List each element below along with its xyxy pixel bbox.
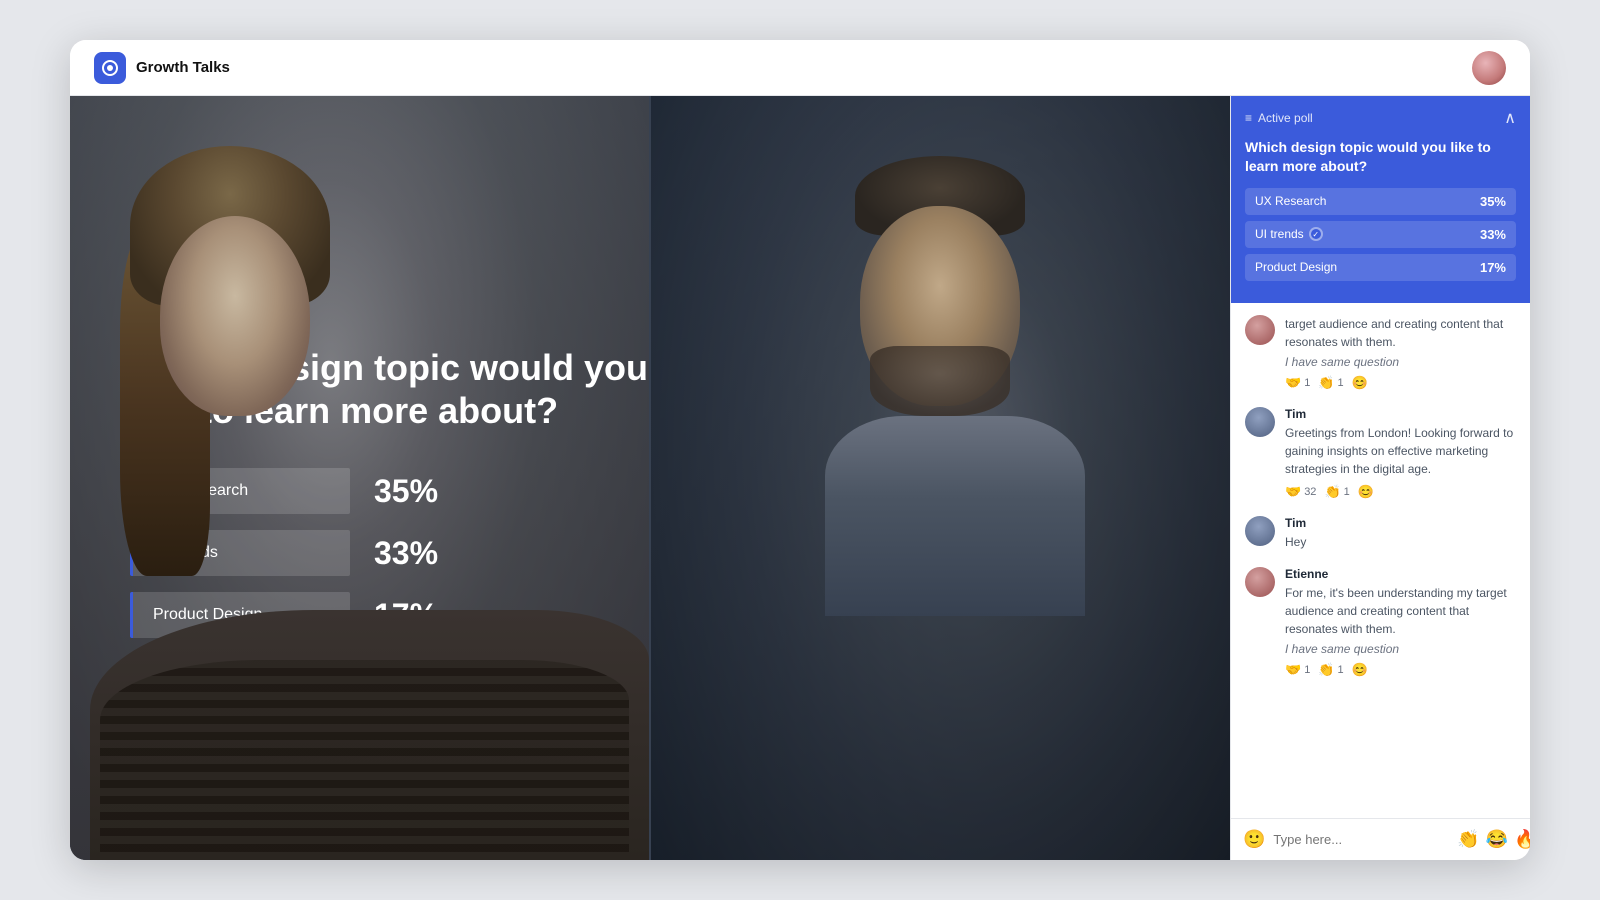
reaction-hands-2[interactable]: 👏 1 (1324, 484, 1349, 500)
shirt (100, 660, 629, 860)
poll-result-pct-2: 17% (1480, 260, 1506, 275)
app-title: Growth Talks (136, 59, 230, 76)
poll-result-label-2: Product Design (1255, 260, 1337, 274)
reactions-4: 🤝 1 👏 1 😊 (1285, 662, 1516, 678)
poll-result-label-1: UI trends ✓ (1255, 227, 1323, 241)
reaction-smile-4[interactable]: 😊 (1352, 662, 1368, 678)
avatar[interactable] (1472, 51, 1506, 85)
app-window: Growth Talks (70, 40, 1530, 860)
active-poll-header: ≡ Active poll ∧ (1245, 108, 1516, 128)
poll-option-pct-0: 35% (374, 473, 438, 510)
reaction-hands-4[interactable]: 👏 1 (1318, 662, 1343, 678)
chat-message-3: Tim Hey (1245, 516, 1516, 551)
reaction-clap-4[interactable]: 🤝 1 (1285, 662, 1310, 678)
chat-input[interactable] (1273, 832, 1449, 847)
face (160, 216, 310, 416)
reactions-2: 🤝 32 👏 1 😊 (1285, 484, 1516, 500)
chat-body-3: Tim Hey (1285, 516, 1306, 551)
poll-option-pct-1: 33% (374, 535, 438, 572)
input-emoji-clap[interactable]: 👏 (1457, 829, 1479, 850)
chat-avatar-etienne-1 (1245, 315, 1275, 345)
header-left: Growth Talks (94, 52, 230, 84)
chat-message-1: target audience and creating content tha… (1245, 315, 1516, 391)
active-poll-label: Active poll (1258, 111, 1313, 125)
reaction-hands-1[interactable]: 👏 1 (1318, 375, 1343, 391)
chat-input-area: 🙂 👏 😂 🔥 (1231, 818, 1530, 860)
chat-text-3: Hey (1285, 533, 1306, 551)
chat-name-4: Etienne (1285, 567, 1516, 581)
input-emoji-fire[interactable]: 🔥 (1514, 829, 1530, 850)
reaction-clap-1[interactable]: 🤝 1 (1285, 375, 1310, 391)
chat-text-4: For me, it's been understanding my targe… (1285, 584, 1516, 638)
poll-result-pct-1: 33% (1480, 227, 1506, 242)
active-poll-section: ≡ Active poll ∧ Which design topic would… (1231, 96, 1530, 303)
chat-name-3: Tim (1285, 516, 1306, 530)
reaction-clap-2[interactable]: 🤝 32 (1285, 484, 1316, 500)
reaction-count-4b: 1 (1338, 664, 1344, 676)
poll-bar-icon: ≡ (1245, 111, 1252, 125)
logo-icon (94, 52, 126, 84)
poll-result-row-2[interactable]: Product Design 17% (1245, 254, 1516, 281)
chat-avatar-tim-3 (1245, 516, 1275, 546)
chat-text-2: Greetings from London! Looking forward t… (1285, 424, 1516, 478)
man-figure (815, 156, 1095, 606)
chat-body-1: target audience and creating content tha… (1285, 315, 1516, 391)
emoji-picker-button[interactable]: 🙂 (1243, 829, 1265, 850)
chat-text-1: target audience and creating content tha… (1285, 315, 1516, 351)
man-body (825, 416, 1085, 616)
reaction-count-4a: 1 (1304, 664, 1310, 676)
chat-italic-1: I have same question (1285, 355, 1516, 369)
man-beard (870, 346, 1010, 416)
chat-italic-4: I have same question (1285, 642, 1516, 656)
input-emoji-laugh[interactable]: 😂 (1486, 829, 1508, 850)
chat-avatar-tim-2 (1245, 407, 1275, 437)
active-poll-title-row: ≡ Active poll (1245, 111, 1313, 125)
chat-message-2: Tim Greetings from London! Looking forwa… (1245, 407, 1516, 500)
main-content: Poll results Which design topic would yo… (70, 96, 1530, 860)
video-area: Poll results Which design topic would yo… (70, 96, 1230, 860)
poll-result-row-1[interactable]: UI trends ✓ 33% (1245, 221, 1516, 248)
poll-result-row-0[interactable]: UX Research 35% (1245, 188, 1516, 215)
poll-question-small: Which design topic would you like to lea… (1245, 138, 1516, 176)
right-panel: ≡ Active poll ∧ Which design topic would… (1230, 96, 1530, 860)
input-emoji-row: 👏 😂 🔥 (1457, 829, 1530, 850)
chat-area: target audience and creating content tha… (1231, 303, 1530, 818)
reaction-smile-2[interactable]: 😊 (1358, 484, 1374, 500)
reaction-smile-1[interactable]: 😊 (1352, 375, 1368, 391)
reaction-count-1b: 1 (1338, 377, 1344, 389)
poll-result-pct-0: 35% (1480, 194, 1506, 209)
reaction-count-2b: 1 (1344, 486, 1350, 498)
reaction-count-1a: 1 (1304, 377, 1310, 389)
reaction-count-2a: 32 (1304, 486, 1316, 498)
poll-result-label-0: UX Research (1255, 194, 1326, 208)
chat-body-4: Etienne For me, it's been understanding … (1285, 567, 1516, 678)
header: Growth Talks (70, 40, 1530, 96)
check-icon: ✓ (1309, 227, 1323, 241)
avatar-image (1472, 51, 1506, 85)
chat-avatar-etienne-4 (1245, 567, 1275, 597)
reactions-1: 🤝 1 👏 1 😊 (1285, 375, 1516, 391)
chat-name-2: Tim (1285, 407, 1516, 421)
chat-body-2: Tim Greetings from London! Looking forwa… (1285, 407, 1516, 500)
chat-message-4: Etienne For me, it's been understanding … (1245, 567, 1516, 678)
collapse-button[interactable]: ∧ (1504, 108, 1516, 128)
